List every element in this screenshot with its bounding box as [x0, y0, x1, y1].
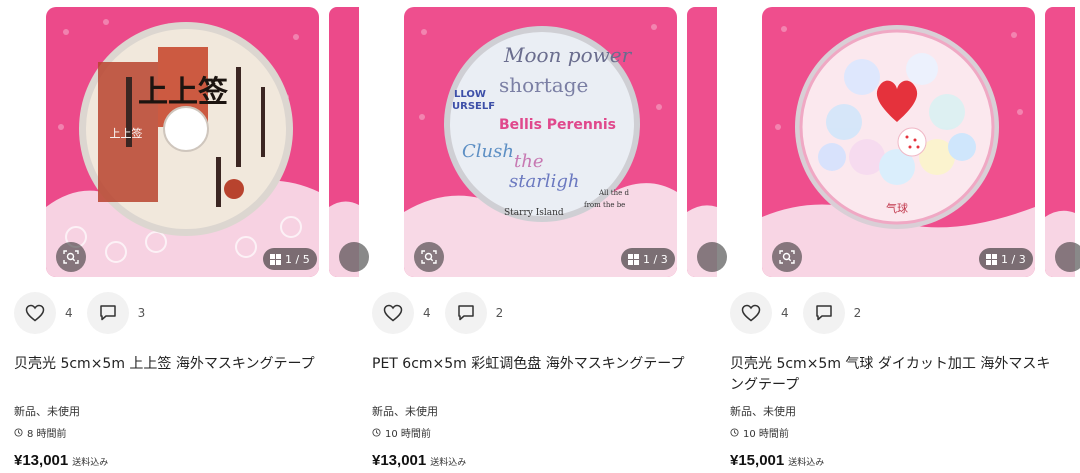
product-title[interactable]: 贝壳光 5cm×5m 上上签 海外マスキングテープ: [14, 354, 340, 375]
product-condition: 新品、未使用: [372, 405, 438, 418]
shipping-note: 送料込み: [430, 458, 467, 468]
posted-time: 10 時間前: [730, 425, 789, 440]
washi-tape-photo: 上上签 上上签: [46, 7, 319, 277]
product-condition: 新品、未使用: [14, 405, 80, 418]
clock-icon: [372, 428, 381, 437]
posted-time-text: 10 時間前: [743, 429, 789, 440]
comment-button[interactable]: [444, 292, 487, 334]
social-actions: 4 3: [14, 292, 159, 334]
comment-button[interactable]: [802, 292, 845, 334]
scan-lens-icon: [779, 250, 795, 264]
posted-time: 8 時間前: [14, 425, 67, 440]
clock-icon: [730, 428, 739, 437]
scan-lens-icon: [421, 250, 437, 264]
heart-icon: [383, 304, 403, 322]
tape-text: the: [514, 151, 543, 172]
like-button[interactable]: [372, 292, 414, 334]
social-actions: 4 2: [372, 292, 517, 334]
shipping-note: 送料込み: [788, 458, 825, 468]
image-counter: 1 / 5: [263, 248, 317, 270]
tape-text: URSELF: [452, 101, 495, 112]
product-price: ¥13,001: [14, 452, 69, 469]
like-button[interactable]: [730, 292, 772, 334]
posted-time: 10 時間前: [372, 425, 431, 440]
tape-text: Moon power: [503, 43, 633, 67]
tape-text: Clush: [462, 141, 514, 162]
tape-text: LLOW: [454, 89, 486, 100]
product-card[interactable]: Moon power shortage LLOW URSELF Bellis P…: [358, 0, 727, 473]
product-photo[interactable]: 上上签 上上签: [46, 7, 319, 277]
tape-text: from the be: [584, 201, 625, 209]
product-condition: 新品、未使用: [730, 405, 796, 418]
washi-tape-photo: Moon power shortage LLOW URSELF Bellis P…: [404, 7, 677, 277]
price-row: ¥15,001 送料込み: [730, 452, 824, 469]
heart-icon: [25, 304, 45, 322]
product-card[interactable]: 气球 1 / 3 4 2 贝壳光 5cm×5m 气球 ダイカット加工 海外マスキ…: [716, 0, 1080, 473]
heart-icon: [741, 304, 761, 322]
image-counter-text: 1 / 3: [643, 252, 668, 266]
comment-count: 3: [137, 306, 146, 320]
comment-count: 2: [853, 306, 862, 320]
product-price: ¥13,001: [372, 452, 427, 469]
tape-text: shortage: [499, 73, 588, 97]
tape-text: Starry Island: [504, 208, 564, 218]
product-title[interactable]: PET 6cm×5m 彩虹调色盘 海外マスキングテープ: [372, 354, 698, 375]
product-photo[interactable]: 气球: [762, 7, 1035, 277]
next-photo-peek: [1045, 7, 1075, 277]
image-search-button[interactable]: [414, 242, 444, 272]
price-row: ¥13,001 送料込み: [372, 452, 466, 469]
price-row: ¥13,001 送料込み: [14, 452, 108, 469]
image-counter-text: 1 / 5: [285, 252, 310, 266]
tape-label: 气球: [886, 201, 908, 215]
image-counter: 1 / 3: [621, 248, 675, 270]
product-photo[interactable]: Moon power shortage LLOW URSELF Bellis P…: [404, 7, 677, 277]
gallery-grid-icon: [270, 253, 281, 265]
comment-count: 2: [495, 306, 504, 320]
product-card[interactable]: 上上签 上上签 1 / 5 4 3 贝壳光 5cm×5m 上上签 海外マスキング…: [0, 0, 369, 473]
image-counter-text: 1 / 3: [1001, 252, 1026, 266]
next-photo-peek: [329, 7, 359, 277]
clock-icon: [14, 428, 23, 437]
like-count: 4: [781, 306, 789, 320]
shipping-note: 送料込み: [72, 458, 109, 468]
tape-text: Bellis Perennis: [499, 117, 616, 133]
next-image-search-button[interactable]: [1055, 242, 1080, 272]
like-count: 4: [65, 306, 73, 320]
product-title[interactable]: 贝壳光 5cm×5m 气球 ダイカット加工 海外マスキングテープ: [730, 354, 1056, 396]
comment-icon: [457, 305, 474, 321]
posted-time-text: 8 時間前: [27, 429, 67, 440]
tape-big-label: 上上签: [138, 75, 228, 110]
posted-time-text: 10 時間前: [385, 429, 431, 440]
tape-small-label: 上上签: [110, 126, 143, 140]
washi-tape-photo: 气球: [762, 7, 1035, 277]
next-photo-peek: [687, 7, 717, 277]
like-button[interactable]: [14, 292, 56, 334]
like-count: 4: [423, 306, 431, 320]
scan-lens-icon: [63, 250, 79, 264]
product-price: ¥15,001: [730, 452, 785, 469]
tape-text: starligh: [509, 171, 579, 192]
image-counter: 1 / 3: [979, 248, 1033, 270]
tape-text: All the d: [598, 189, 629, 197]
image-search-button[interactable]: [772, 242, 802, 272]
social-actions: 4 2: [730, 292, 875, 334]
gallery-grid-icon: [628, 253, 639, 265]
comment-icon: [99, 305, 116, 321]
comment-icon: [815, 305, 832, 321]
comment-button[interactable]: [86, 292, 129, 334]
image-search-button[interactable]: [56, 242, 86, 272]
gallery-grid-icon: [986, 253, 997, 265]
